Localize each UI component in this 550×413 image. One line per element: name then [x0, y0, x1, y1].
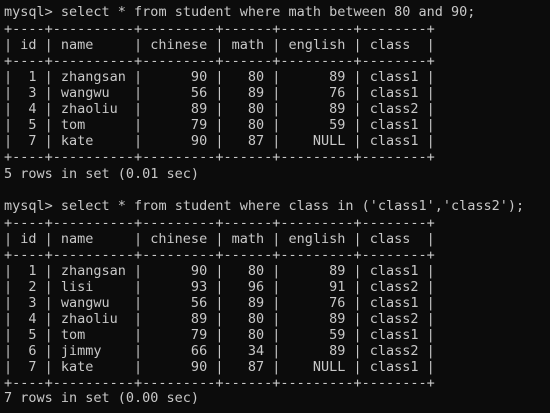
command-line-2: mysql> select * from student where class… [4, 198, 524, 214]
table-row: | 6 | jimmy | 66 | 34 | 89 | class2 | [4, 343, 435, 359]
table-row: | 5 | tom | 79 | 80 | 59 | class1 | [4, 327, 435, 343]
table-border-bottom: +----+----------+---------+------+------… [4, 149, 435, 165]
table-row: | 1 | zhangsan | 90 | 80 | 89 | class1 | [4, 263, 435, 279]
result-summary-2: 7 rows in set (0.00 sec) [4, 390, 200, 406]
table-header-row: | id | name | chinese | math | english |… [4, 37, 435, 53]
table-row: | 3 | wangwu | 56 | 89 | 76 | class1 | [4, 295, 435, 311]
table-row: | 7 | kate | 90 | 87 | NULL | class1 | [4, 359, 435, 375]
table-row: | 4 | zhaoliu | 89 | 80 | 89 | class2 | [4, 311, 435, 327]
prompt-1: mysql> [4, 4, 61, 20]
prompt-2: mysql> [4, 198, 61, 214]
result-table-2: +----+----------+---------+------+------… [4, 215, 435, 391]
table-row: | 5 | tom | 79 | 80 | 59 | class1 | [4, 117, 435, 133]
table-row: | 1 | zhangsan | 90 | 80 | 89 | class1 | [4, 69, 435, 85]
table-row: | 7 | kate | 90 | 87 | NULL | class1 | [4, 133, 435, 149]
terminal-window[interactable]: mysql> select * from student where math … [0, 0, 550, 413]
table-row: | 3 | wangwu | 56 | 89 | 76 | class1 | [4, 85, 435, 101]
command-line-1: mysql> select * from student where math … [4, 4, 475, 20]
table-border-top: +----+----------+---------+------+------… [4, 21, 435, 37]
table-border-mid: +----+----------+---------+------+------… [4, 53, 435, 69]
table-row: | 4 | zhaoliu | 89 | 80 | 89 | class2 | [4, 101, 435, 117]
command-text-2: select * from student where class in ('c… [60, 198, 525, 214]
command-text-1: select * from student where math between… [60, 4, 476, 20]
result-table-1: +----+----------+---------+------+------… [4, 21, 435, 165]
table-border-mid: +----+----------+---------+------+------… [4, 247, 435, 263]
table-row: | 2 | lisi | 93 | 96 | 91 | class2 | [4, 279, 435, 295]
table-border-top: +----+----------+---------+------+------… [4, 215, 435, 231]
table-border-bottom: +----+----------+---------+------+------… [4, 375, 435, 391]
table-header-row: | id | name | chinese | math | english |… [4, 231, 435, 247]
result-summary-1: 5 rows in set (0.01 sec) [4, 166, 200, 182]
